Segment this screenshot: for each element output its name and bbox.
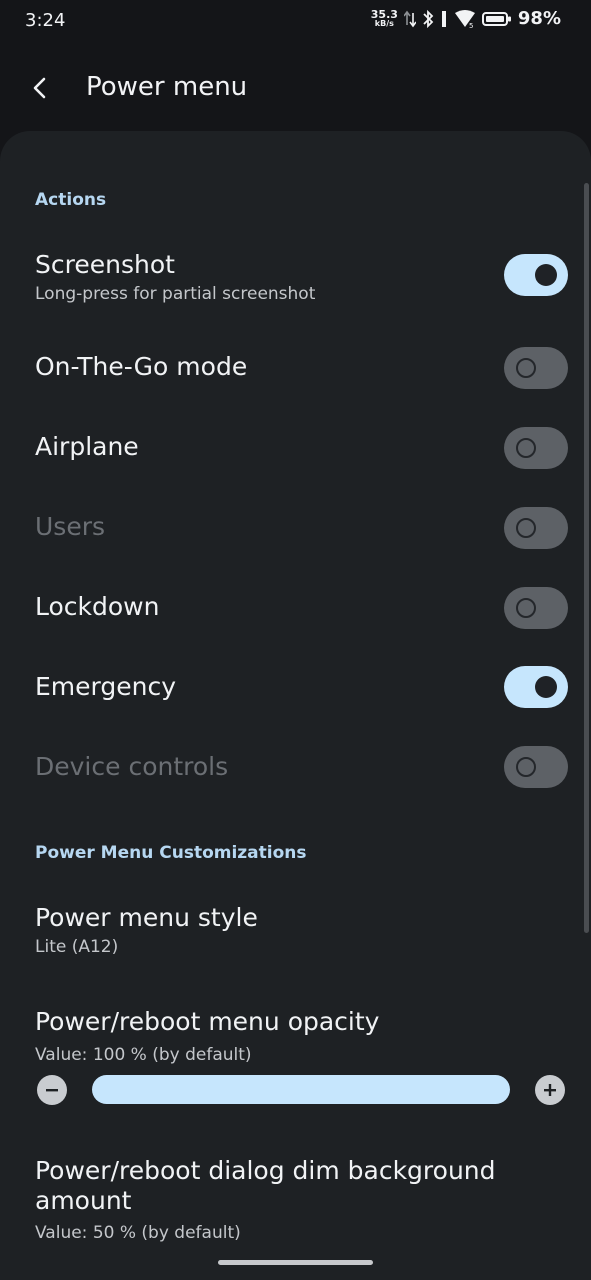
setting-row-otg[interactable]: On-The-Go mode (0, 347, 591, 389)
toggle-thumb (535, 676, 557, 698)
plus-icon (544, 1084, 556, 1096)
toggle-thumb (516, 438, 536, 458)
setting-title: Power menu style (35, 903, 258, 932)
toggle-otg[interactable] (504, 347, 568, 389)
toggle-thumb (516, 598, 536, 618)
setting-title: Power/reboot menu opacity (35, 1007, 380, 1036)
toggle-airplane[interactable] (504, 427, 568, 469)
toggle-users (504, 507, 568, 549)
toggle-emergency[interactable] (504, 666, 568, 708)
back-arrow-icon (33, 77, 46, 99)
section-header-actions: Actions (35, 190, 107, 210)
app-bar: Power menu (0, 56, 591, 120)
opacity-slider[interactable] (92, 1075, 510, 1104)
setting-title: Power/reboot dialog dim background amoun… (35, 1156, 496, 1215)
toggle-thumb (516, 358, 536, 378)
setting-title: Device controls (35, 752, 229, 781)
toggle-device-controls (504, 746, 568, 788)
setting-row-menu-opacity: Power/reboot menu opacity Value: 100 % (… (0, 1001, 591, 1067)
setting-subtitle: Long-press for partial screenshot (35, 284, 316, 304)
setting-title: Emergency (35, 672, 177, 701)
battery-icon (481, 11, 511, 26)
status-time: 3:24 (25, 10, 66, 31)
status-bar: 3:24 35.3 kB/s 5 98% (0, 0, 591, 44)
setting-row-airplane[interactable]: Airplane (0, 427, 591, 469)
setting-row-device-controls: Device controls (0, 746, 591, 788)
network-speed-unit: kB/s (374, 18, 394, 28)
bluetooth-icon (423, 9, 434, 28)
toggle-thumb (516, 518, 536, 538)
signal-icon (441, 10, 446, 27)
setting-value: Lite (A12) (35, 937, 119, 957)
status-icons: 35.3 kB/s 5 98% (371, 8, 561, 29)
toggle-screenshot[interactable] (504, 254, 568, 296)
toggle-lockdown[interactable] (504, 587, 568, 629)
decrease-button[interactable] (37, 1075, 67, 1105)
increase-button[interactable] (535, 1075, 565, 1105)
gesture-nav-handle[interactable] (218, 1260, 373, 1265)
setting-value: Value: 50 % (by default) (35, 1223, 241, 1243)
wifi-icon: 5 (454, 9, 475, 29)
setting-value: Value: 100 % (by default) (35, 1045, 252, 1065)
opacity-slider-row (0, 1070, 591, 1110)
network-speed-value: 35.3 (370, 7, 398, 21)
setting-title: Users (35, 512, 106, 541)
section-header-customizations: Power Menu Customizations (35, 843, 307, 863)
battery-percent: 98% (517, 8, 561, 29)
setting-title: Airplane (35, 432, 139, 461)
setting-title: On-The-Go mode (35, 352, 248, 381)
setting-title: Lockdown (35, 592, 160, 621)
toggle-thumb (535, 264, 557, 286)
setting-row-emergency[interactable]: Emergency (0, 666, 591, 708)
setting-row-lockdown[interactable]: Lockdown (0, 587, 591, 629)
toggle-thumb (516, 757, 536, 777)
setting-row-power-menu-style[interactable]: Power menu style Lite (A12) (0, 897, 591, 967)
minus-icon (46, 1089, 58, 1092)
data-arrows-icon (403, 10, 416, 27)
setting-row-users: Users (0, 507, 591, 549)
setting-row-dim-amount[interactable]: Power/reboot dialog dim background amoun… (0, 1154, 591, 1254)
setting-title: Screenshot (35, 250, 175, 279)
svg-text:5: 5 (469, 22, 473, 29)
back-button[interactable] (22, 70, 58, 106)
page-title: Power menu (86, 72, 248, 102)
setting-row-screenshot[interactable]: Screenshot Long-press for partial screen… (0, 244, 591, 314)
network-speed: 35.3 kB/s (370, 7, 398, 28)
